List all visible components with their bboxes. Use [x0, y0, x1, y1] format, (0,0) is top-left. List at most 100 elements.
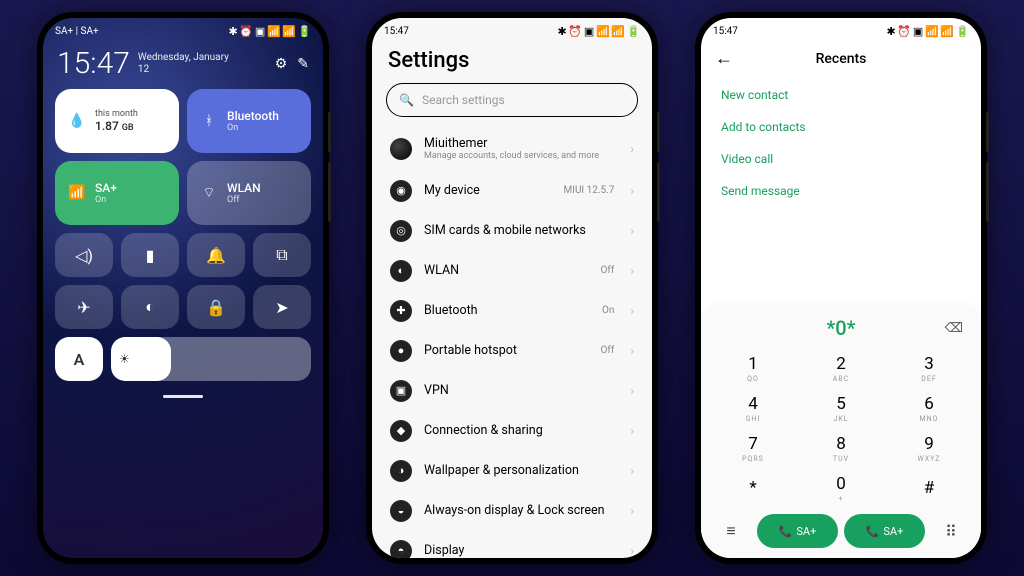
key-8[interactable]: 8TUV [797, 428, 885, 468]
sim-tile[interactable]: 📶 SA+ On [55, 161, 179, 225]
backspace-icon[interactable]: ⌫ [945, 321, 963, 336]
chevron-right-icon: › [630, 142, 634, 156]
key-2[interactable]: 2ABC [797, 348, 885, 388]
key-*[interactable]: * [709, 468, 797, 508]
dialed-number: *0* [826, 316, 855, 340]
account-row[interactable]: Miuithemer Manage accounts, cloud servic… [376, 127, 648, 171]
call-sim1-button[interactable]: 📞SA+ [757, 514, 838, 548]
account-name: Miuithemer [424, 136, 618, 151]
status-bar: 15:47 ✱ ⏰ ▣ 📶 📶 🔋 [372, 18, 652, 42]
row-label: Portable hotspot [424, 343, 589, 358]
settings-row[interactable]: ◓ Display › [376, 531, 648, 558]
row-icon: ◒ [390, 500, 412, 522]
key-4[interactable]: 4GHI [709, 388, 797, 428]
chevron-right-icon: › [630, 504, 634, 518]
row-label: VPN [424, 383, 618, 398]
edit-icon[interactable]: ✎ [297, 56, 309, 72]
status-carrier: SA+ | SA+ [55, 26, 99, 37]
row-label: Always-on display & Lock screen [424, 503, 618, 518]
bluetooth-icon: ᚼ [199, 111, 219, 131]
clock-widget: 15:47 Wednesday, January 12 ⚙ ✎ [43, 42, 323, 89]
auto-brightness-button[interactable]: A [55, 337, 103, 381]
row-icon: ◆ [390, 420, 412, 442]
phone-control-center: SA+ | SA+ ✱ ⏰ ▣ 📶 📶 🔋 15:47 Wednesday, J… [37, 12, 329, 564]
key-3[interactable]: 3DEF [885, 348, 973, 388]
context-menu: New contactAdd to contactsVideo callSend… [701, 75, 981, 211]
chevron-right-icon: › [630, 464, 634, 478]
menu-item[interactable]: New contact [701, 79, 981, 111]
settings-row[interactable]: ◎SIM cards & mobile networks› [376, 211, 648, 251]
clock-day: Wednesday, January [138, 52, 229, 64]
status-bar: 15:47 ✱ ⏰ ▣ 📶 📶 🔋 [701, 18, 981, 42]
row-label: Display [424, 543, 618, 558]
row-value: Off [601, 345, 615, 356]
phone-icon: 📞 [866, 525, 880, 538]
dialpad-icon[interactable]: ⠿ [931, 514, 971, 548]
dnd-toggle[interactable]: 🔔 [187, 233, 245, 277]
airplane-toggle[interactable]: ✈ [55, 285, 113, 329]
dial-pad: *0* ⌫ 1QO2ABC3DEF 4GHI5JKL6MNO 7PQRS8TUV9W… [701, 308, 981, 558]
menu-item[interactable]: Video call [701, 143, 981, 175]
row-icon: ◉ [390, 180, 412, 202]
back-icon[interactable]: ← [715, 48, 733, 69]
chevron-right-icon: › [630, 384, 634, 398]
phone-settings: 15:47 ✱ ⏰ ▣ 📶 📶 🔋 Settings 🔍 Search sett… [366, 12, 658, 564]
location-toggle[interactable]: ➤ [253, 285, 311, 329]
row-label: Connection & sharing [424, 423, 618, 438]
flashlight-toggle[interactable]: ▮ [121, 233, 179, 277]
row-icon: ✚ [390, 300, 412, 322]
lock-toggle[interactable]: 🔒 [187, 285, 245, 329]
header-title: Recents [701, 51, 981, 67]
row-value: On [602, 305, 614, 316]
wlan-tile[interactable]: ⌔ WLAN Off [187, 161, 311, 225]
contacts-icon[interactable]: ≡ [711, 514, 751, 548]
menu-item[interactable]: Send message [701, 175, 981, 207]
status-icons: ✱ ⏰ ▣ 📶 📶 🔋 [228, 25, 311, 38]
signal-icon: 📶 [67, 183, 87, 203]
settings-icon[interactable]: ⚙ [275, 56, 288, 72]
settings-row[interactable]: ◐WLANOff› [376, 251, 648, 291]
chevron-right-icon: › [630, 544, 634, 558]
settings-row[interactable]: ◆ Connection & sharing › [376, 411, 648, 451]
chevron-right-icon: › [630, 224, 634, 238]
search-input[interactable]: 🔍 Search settings [386, 83, 638, 117]
settings-row[interactable]: ●Portable hotspotOff› [376, 331, 648, 371]
row-icon: ◐ [390, 260, 412, 282]
key-6[interactable]: 6MNO [885, 388, 973, 428]
menu-item[interactable]: Add to contacts [701, 111, 981, 143]
chevron-right-icon: › [630, 344, 634, 358]
search-icon: 🔍 [399, 93, 414, 107]
settings-list: Miuithemer Manage accounts, cloud servic… [372, 127, 652, 558]
settings-row[interactable]: ◒ Always-on display & Lock screen › [376, 491, 648, 531]
key-#[interactable]: # [885, 468, 973, 508]
settings-row[interactable]: ▣VPN› [376, 371, 648, 411]
mute-toggle[interactable]: ◁) [55, 233, 113, 277]
call-sim2-button[interactable]: 📞SA+ [844, 514, 925, 548]
row-icon: ◓ [390, 540, 412, 558]
clock-date: 12 [138, 64, 229, 76]
chevron-right-icon: › [630, 304, 634, 318]
settings-row[interactable]: ◑Wallpaper & personalization› [376, 451, 648, 491]
status-time: 15:47 [384, 26, 409, 37]
clock-time: 15:47 [57, 46, 130, 81]
chevron-right-icon: › [630, 424, 634, 438]
key-0[interactable]: 0+ [797, 468, 885, 508]
drag-handle[interactable] [163, 395, 203, 398]
key-7[interactable]: 7PQRS [709, 428, 797, 468]
bluetooth-tile[interactable]: ᚼ Bluetooth On [187, 89, 311, 153]
data-usage-tile[interactable]: 💧 this month 1.87 GB [55, 89, 179, 153]
key-1[interactable]: 1QO [709, 348, 797, 388]
status-bar: SA+ | SA+ ✱ ⏰ ▣ 📶 📶 🔋 [43, 18, 323, 42]
screenshot-toggle[interactable]: ⧉ [253, 233, 311, 277]
wifi-icon: ⌔ [199, 183, 219, 203]
darkmode-toggle[interactable]: ◐ [121, 285, 179, 329]
row-value: Off [601, 265, 615, 276]
status-time: 15:47 [713, 26, 738, 37]
status-icons: ✱ ⏰ ▣ 📶 📶 🔋 [557, 25, 640, 38]
settings-row[interactable]: ◉My deviceMIUI 12.5.7› [376, 171, 648, 211]
settings-row[interactable]: ✚BluetoothOn› [376, 291, 648, 331]
key-5[interactable]: 5JKL [797, 388, 885, 428]
row-value: MIUI 12.5.7 [564, 185, 615, 196]
brightness-slider[interactable]: ☀ [111, 337, 311, 381]
key-9[interactable]: 9WXYZ [885, 428, 973, 468]
